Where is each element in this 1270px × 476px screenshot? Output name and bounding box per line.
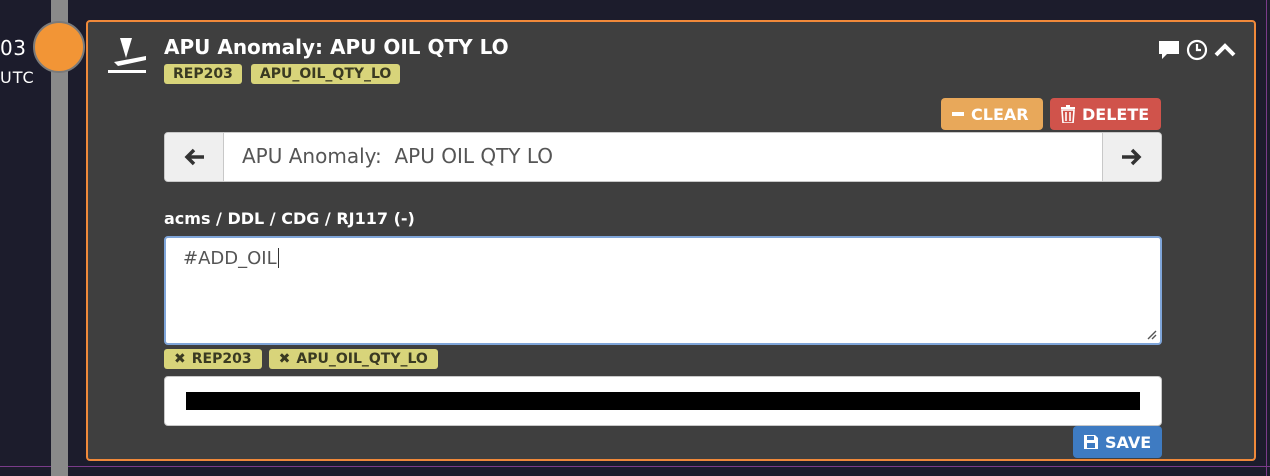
comment-icon[interactable] xyxy=(1158,40,1180,60)
title-navigator: APU Anomaly: APU OIL QTY LO xyxy=(164,132,1162,182)
note-tags: ✖ REP203 ✖ APU_OIL_QTY_LO xyxy=(164,348,440,369)
redaction-bar xyxy=(186,392,1140,410)
remove-tag-icon[interactable]: ✖ xyxy=(279,351,291,367)
arrow-left-icon xyxy=(184,148,204,166)
chevron-up-icon[interactable] xyxy=(1214,41,1236,59)
clock-icon[interactable] xyxy=(1186,39,1208,61)
arrow-right-icon xyxy=(1122,148,1142,166)
note-path-label: acms / DDL / CDG / RJ117 (-) xyxy=(164,209,415,228)
clear-button-label: CLEAR xyxy=(971,104,1029,124)
timeline-dot[interactable] xyxy=(33,21,85,73)
minus-icon xyxy=(952,112,964,116)
trash-icon xyxy=(1061,105,1075,123)
card-header-icons xyxy=(1158,39,1236,61)
delete-button-label: DELETE xyxy=(1082,104,1150,124)
note-tag-label: APU_OIL_QTY_LO xyxy=(296,351,428,367)
event-card: APU Anomaly: APU OIL QTY LO REP203 APU_O… xyxy=(86,20,1256,461)
title-input[interactable]: APU Anomaly: APU OIL QTY LO xyxy=(242,144,1082,168)
remove-tag-icon[interactable]: ✖ xyxy=(174,351,186,367)
timeline-timezone: UTC xyxy=(0,68,35,87)
delete-button[interactable]: DELETE xyxy=(1050,98,1161,130)
redacted-field[interactable] xyxy=(164,376,1162,426)
text-caret xyxy=(277,248,279,268)
save-button-label: SAVE xyxy=(1105,432,1152,452)
note-text: #ADD_OIL xyxy=(183,248,277,269)
clear-button[interactable]: CLEAR xyxy=(941,98,1043,130)
frame-border-right xyxy=(1266,0,1267,476)
floppy-disk-icon xyxy=(1084,435,1098,449)
note-tag-rep203[interactable]: ✖ REP203 xyxy=(164,349,262,369)
prev-button[interactable] xyxy=(165,133,224,181)
tag-apu-oil-qty-lo: APU_OIL_QTY_LO xyxy=(250,64,401,84)
resize-grip-icon[interactable] xyxy=(1145,328,1157,340)
note-tag-apu-oil-qty-lo[interactable]: ✖ APU_OIL_QTY_LO xyxy=(268,349,438,369)
save-button[interactable]: SAVE xyxy=(1073,426,1162,458)
card-tags: REP203 APU_OIL_QTY_LO xyxy=(164,63,404,84)
timeline-time: 03 xyxy=(0,36,27,60)
note-textarea[interactable]: #ADD_OIL xyxy=(164,236,1162,345)
card-title: APU Anomaly: APU OIL QTY LO xyxy=(164,35,509,59)
frame-border-bottom xyxy=(0,466,1270,467)
note-tag-label: REP203 xyxy=(191,351,252,367)
plane-takeoff-icon xyxy=(108,38,146,73)
next-button[interactable] xyxy=(1102,133,1161,181)
tag-rep203: REP203 xyxy=(164,64,242,84)
